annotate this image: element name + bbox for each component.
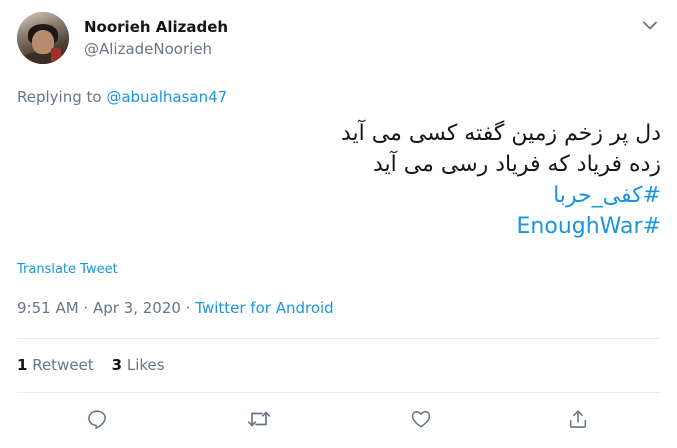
meta-separator: · xyxy=(78,299,93,317)
hashtag-link[interactable]: #کفی_حربا xyxy=(61,180,661,211)
likes-stat[interactable]: 3 Likes xyxy=(112,356,165,374)
share-button[interactable] xyxy=(564,405,592,433)
retweet-icon xyxy=(247,411,271,427)
replying-to: Replying to @abualhasan47 xyxy=(17,88,227,106)
meta-separator: · xyxy=(180,299,196,317)
tweet-date[interactable]: Apr 3, 2020 xyxy=(93,299,181,317)
tweet-source-link[interactable]: Twitter for Android xyxy=(195,299,333,317)
likes-count: 3 xyxy=(111,356,123,374)
tweet-meta: 9:51 AM · Apr 3, 2020 · Twitter for Andr… xyxy=(17,299,334,317)
avatar[interactable] xyxy=(17,12,69,64)
divider xyxy=(17,338,660,339)
divider xyxy=(17,392,660,393)
heart-icon xyxy=(411,410,431,428)
reply-mention-link[interactable]: @abualhasan47 xyxy=(106,88,227,106)
tweet-stats: 1 Retweet 3 Likes xyxy=(17,356,165,374)
author-display-name[interactable]: Noorieh Alizadeh xyxy=(84,18,228,36)
share-icon xyxy=(569,410,587,428)
translate-tweet-link[interactable]: Translate Tweet xyxy=(17,262,118,277)
retweets-stat[interactable]: 1 Retweet xyxy=(17,356,94,374)
likes-label: Likes xyxy=(122,356,165,374)
retweets-label: Retweet xyxy=(27,356,94,374)
reply-button[interactable] xyxy=(83,405,111,433)
avatar-accent xyxy=(51,48,61,62)
retweets-count: 1 xyxy=(17,356,28,374)
tweet-line: دل پر زخم زمین گفته کسی می آید xyxy=(340,121,661,146)
chevron-down-icon[interactable] xyxy=(638,15,662,35)
tweet-line: زده فریاد که فریاد رسی می آید xyxy=(372,152,661,177)
tweet-time[interactable]: 9:51 AM xyxy=(17,299,79,317)
reply-icon xyxy=(88,410,106,429)
tweet-text: دل پر زخم زمین گفته کسی می آید زده فریاد… xyxy=(61,118,661,242)
replying-to-label: Replying to xyxy=(17,88,107,106)
retweet-button[interactable] xyxy=(245,405,273,433)
hashtag-link[interactable]: #EnoughWar xyxy=(61,211,661,242)
author-handle[interactable]: @AlizadeNoorieh xyxy=(84,40,212,58)
like-button[interactable] xyxy=(407,405,435,433)
